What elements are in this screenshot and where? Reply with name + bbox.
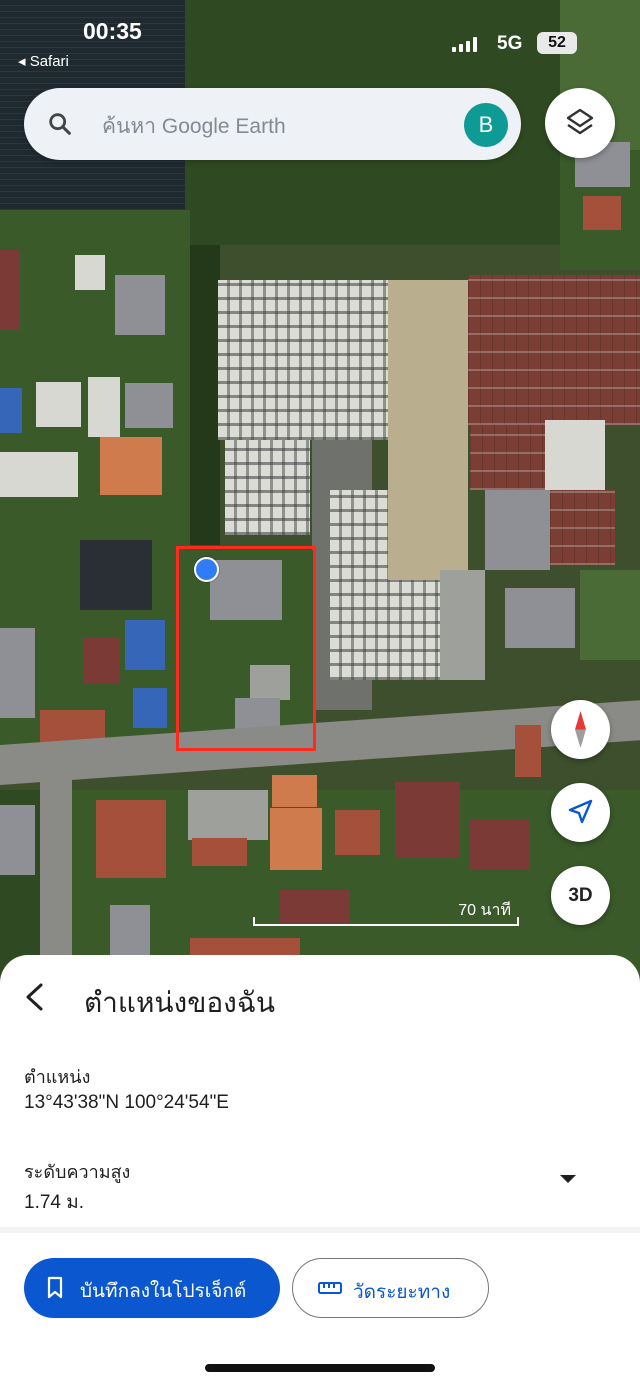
divider [0,1227,640,1233]
elevation-label: ระดับความสูง [24,1162,131,1182]
back-arrow-icon[interactable] [16,977,52,1017]
map-building [100,437,162,495]
account-avatar[interactable]: B [464,103,508,147]
search-bar[interactable]: ค้นหา Google Earth B [24,88,521,160]
map-building [0,628,35,718]
map-building [270,808,322,870]
map-building [470,425,545,490]
map-building [505,588,575,648]
map-building [545,420,605,490]
map-building [583,196,621,230]
battery-indicator: 52 [537,32,577,54]
my-location-button[interactable] [551,783,610,842]
search-icon [49,113,71,135]
back-to-app-link[interactable]: ◂ Safari [18,52,69,70]
map-building [272,775,317,807]
map-building [115,275,165,335]
location-sheet: ตำแหน่งของฉัน ตำแหน่ง 13°43'38"N 100°24'… [0,955,640,1386]
bookmark-icon [47,1276,63,1299]
satellite-map[interactable]: 00:35 ◂ Safari 5G 52 ค้นหา Google Earth … [0,0,640,990]
map-building [110,905,150,960]
map-dirt-lot [388,280,468,580]
map-building [470,820,530,870]
home-indicator [205,1364,435,1372]
map-storage-yard [218,280,388,440]
map-building [96,800,166,878]
map-building [550,490,615,565]
current-location-dot[interactable] [194,557,219,582]
map-building [0,250,20,330]
map-terrain [190,245,220,545]
search-input[interactable]: ค้นหา Google Earth [102,110,286,143]
map-building [125,620,165,670]
navigation-arrow-icon [568,799,593,824]
scale-bar: 70 นาที [253,898,519,928]
compass-button[interactable] [551,700,610,759]
measure-distance-button[interactable]: วัดระยะทาง [292,1258,489,1318]
map-building [80,540,152,610]
map-building [468,275,640,425]
network-type: 5G [497,33,523,54]
map-building [192,838,247,866]
position-label: ตำแหน่ง [24,1067,91,1087]
position-value: 13°43'38"N 100°24'54"E [24,1092,229,1113]
map-building [88,377,120,437]
compass-icon [575,711,586,748]
map-building [0,388,22,433]
map-lot [440,570,485,680]
scale-line [253,917,519,926]
ruler-icon [318,1282,342,1294]
map-building [0,452,78,497]
cellular-signal-icon [452,36,478,52]
save-to-project-label: บันทึกลงในโปรเจ็กต์ [80,1281,247,1302]
map-building [395,782,460,857]
status-time: 00:35 [83,18,142,44]
map-building [485,490,550,570]
map-building [335,810,380,855]
chevron-down-icon[interactable] [558,1173,578,1185]
map-building [125,383,173,428]
map-storage-yard [225,440,310,535]
save-to-project-button[interactable]: บันทึกลงในโปรเจ็กต์ [24,1258,280,1318]
map-building [0,805,35,875]
elevation-value: 1.74 ม. [24,1192,85,1213]
map-building [84,638,120,683]
map-lot [188,790,268,840]
layers-icon [566,108,594,135]
map-building [75,255,105,290]
measure-distance-label: วัดระยะทาง [353,1282,451,1303]
map-building [515,725,541,777]
map-building [133,688,167,728]
map-terrain [580,570,640,660]
map-building [36,382,81,427]
layers-button[interactable] [545,88,615,158]
sheet-title: ตำแหน่งของฉัน [84,987,276,1018]
3d-toggle-button[interactable]: 3D [551,866,610,925]
